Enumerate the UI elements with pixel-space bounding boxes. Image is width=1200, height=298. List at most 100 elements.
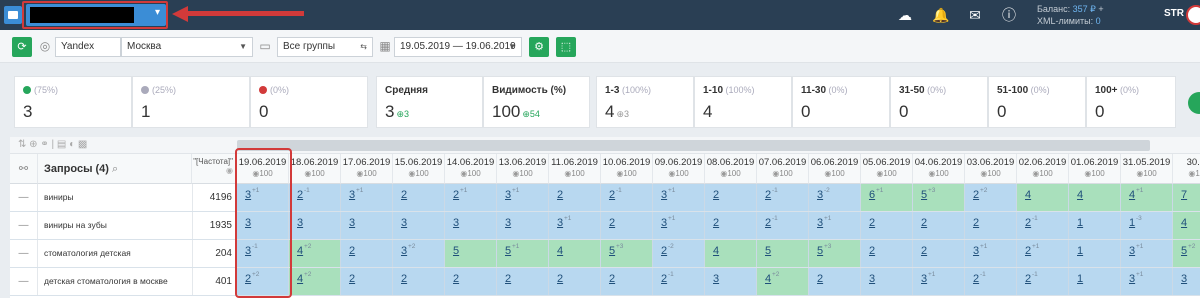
position-value[interactable]: 2: [557, 273, 563, 285]
expand-icon[interactable]: [1188, 92, 1200, 114]
position-value[interactable]: 5: [1181, 245, 1187, 257]
position-value[interactable]: 3: [505, 189, 511, 201]
position-cell[interactable]: 3: [705, 268, 757, 295]
position-value[interactable]: 2: [401, 189, 407, 201]
position-cell[interactable]: 3 +1: [549, 212, 601, 239]
position-value[interactable]: 4: [297, 273, 303, 285]
position-cell[interactable]: 3 +1: [809, 212, 861, 239]
position-value[interactable]: 3: [1181, 273, 1187, 285]
position-cell[interactable]: 2: [965, 212, 1017, 239]
position-value[interactable]: 3: [869, 273, 875, 285]
position-value[interactable]: 2: [557, 189, 563, 201]
add-balance-icon[interactable]: +: [1098, 4, 1103, 14]
position-cell[interactable]: 4 +1: [1121, 184, 1173, 211]
query-text[interactable]: детская стоматология в москве: [38, 268, 192, 295]
position-cell[interactable]: 4: [549, 240, 601, 267]
query-text[interactable]: виниры: [38, 184, 192, 211]
position-cell[interactable]: 5 +3: [809, 240, 861, 267]
position-cell[interactable]: 2: [393, 268, 445, 295]
position-cell[interactable]: 2: [497, 268, 549, 295]
position-value[interactable]: 3: [505, 217, 511, 229]
position-cell[interactable]: 2: [341, 240, 393, 267]
position-value[interactable]: 2: [609, 273, 615, 285]
date-column-header[interactable]: 18.06.2019 ◉100: [289, 154, 341, 184]
position-cell[interactable]: 4: [705, 240, 757, 267]
date-column-header[interactable]: 03.06.2019 ◉100: [965, 154, 1017, 184]
position-value[interactable]: 1: [1077, 245, 1083, 257]
position-value[interactable]: 5: [817, 245, 823, 257]
position-value[interactable]: 2: [453, 273, 459, 285]
position-value[interactable]: 3: [1129, 273, 1135, 285]
frequency-header[interactable]: "[Частота]" ◉: [192, 154, 237, 184]
position-cell[interactable]: 4: [1017, 184, 1069, 211]
search-icon[interactable]: ⌕: [112, 163, 118, 175]
position-cell[interactable]: 3: [861, 268, 913, 295]
position-cell[interactable]: 3: [393, 212, 445, 239]
user-name[interactable]: STR: [1164, 8, 1184, 19]
bell-icon[interactable]: 🔔: [932, 6, 950, 24]
position-cell[interactable]: 2 -1: [757, 184, 809, 211]
home-icon[interactable]: [4, 6, 22, 24]
position-cell[interactable]: 2: [445, 268, 497, 295]
position-cell[interactable]: 2 -2: [653, 240, 705, 267]
date-column-header[interactable]: 04.06.2019 ◉100: [913, 154, 965, 184]
position-cell[interactable]: 2 +2: [965, 184, 1017, 211]
row-dash[interactable]: —: [10, 184, 38, 211]
position-cell[interactable]: 2: [861, 212, 913, 239]
position-value[interactable]: 2: [765, 189, 771, 201]
position-cell[interactable]: 2: [705, 184, 757, 211]
position-value[interactable]: 3: [1129, 245, 1135, 257]
position-value[interactable]: 2: [869, 217, 875, 229]
position-value[interactable]: 1: [1077, 273, 1083, 285]
row-dash[interactable]: —: [10, 212, 38, 239]
position-value[interactable]: 3: [557, 217, 563, 229]
position-cell[interactable]: 5 +3: [913, 184, 965, 211]
position-value[interactable]: 2: [661, 273, 667, 285]
position-cell[interactable]: 2 -1: [601, 184, 653, 211]
position-cell[interactable]: 2 -1: [289, 184, 341, 211]
position-cell[interactable]: 1 -3: [1121, 212, 1173, 239]
query-text[interactable]: виниры на зубы: [38, 212, 192, 239]
date-column-header[interactable]: 30.05◉100: [1173, 154, 1200, 184]
position-cell[interactable]: 4: [1069, 184, 1121, 211]
balance-value[interactable]: 357 ₽: [1073, 4, 1096, 14]
position-value[interactable]: 6: [869, 189, 875, 201]
position-value[interactable]: 2: [401, 273, 407, 285]
position-value[interactable]: 4: [1181, 217, 1187, 229]
row-dash[interactable]: —: [10, 240, 38, 267]
date-column-header[interactable]: 13.06.2019 ◉100: [497, 154, 549, 184]
position-value[interactable]: 2: [921, 245, 927, 257]
position-value[interactable]: 2: [973, 189, 979, 201]
engine-select[interactable]: Yandex: [55, 37, 121, 57]
position-cell[interactable]: 2 -1: [965, 268, 1017, 295]
position-cell[interactable]: 3 +1: [913, 268, 965, 295]
position-cell[interactable]: 2: [549, 268, 601, 295]
position-cell[interactable]: 2: [601, 212, 653, 239]
position-cell[interactable]: 1: [1069, 240, 1121, 267]
position-cell[interactable]: 3: [1173, 268, 1200, 295]
position-cell[interactable]: 2 -1: [1017, 268, 1069, 295]
position-value[interactable]: 3: [817, 189, 823, 201]
horizontal-scrollbar[interactable]: [237, 140, 1150, 151]
position-cell[interactable]: 3: [341, 212, 393, 239]
position-value[interactable]: 3: [453, 217, 459, 229]
position-value[interactable]: 1: [1077, 217, 1083, 229]
position-cell[interactable]: 3 +1: [1121, 268, 1173, 295]
position-cell[interactable]: 3: [497, 212, 549, 239]
position-value[interactable]: 3: [401, 245, 407, 257]
position-value[interactable]: 2: [713, 189, 719, 201]
position-cell[interactable]: 2: [861, 240, 913, 267]
position-cell[interactable]: 5 +2: [1173, 240, 1200, 267]
position-value[interactable]: 2: [349, 273, 355, 285]
date-column-header[interactable]: 31.05.2019 ◉100: [1121, 154, 1173, 184]
position-value[interactable]: 5: [609, 245, 615, 257]
mail-icon[interactable]: ✉: [966, 6, 984, 24]
position-cell[interactable]: 4: [1173, 212, 1200, 239]
position-cell[interactable]: 3 +1: [965, 240, 1017, 267]
position-cell[interactable]: 3 +1: [341, 184, 393, 211]
position-value[interactable]: 3: [817, 217, 823, 229]
date-column-header[interactable]: 15.06.2019 ◉100: [393, 154, 445, 184]
queries-header[interactable]: Запросы (4) ⌕: [38, 154, 192, 184]
position-value[interactable]: 4: [1025, 189, 1031, 201]
position-cell[interactable]: 3 +1: [497, 184, 549, 211]
